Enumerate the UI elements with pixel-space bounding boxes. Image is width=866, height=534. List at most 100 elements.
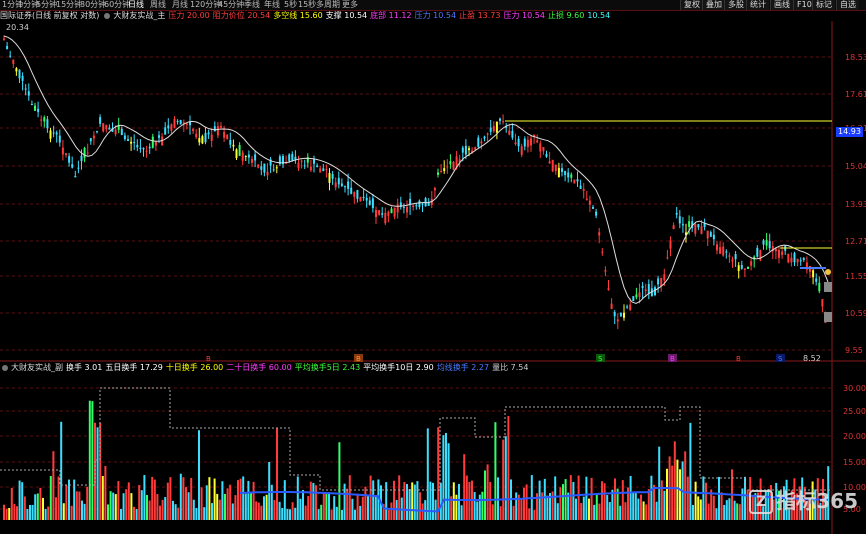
candle-body <box>266 171 269 176</box>
volume-bar <box>307 496 310 520</box>
candle-body <box>706 230 709 239</box>
candle-body <box>210 134 213 141</box>
volume-bar <box>62 503 65 520</box>
candle-body <box>623 312 625 318</box>
volume-bar <box>164 497 167 520</box>
candle-body <box>768 241 771 249</box>
candle-body <box>96 131 98 133</box>
candle-body <box>638 292 641 297</box>
volume-bar <box>689 422 692 520</box>
candle-body <box>557 167 560 178</box>
volume-bar <box>502 439 505 520</box>
candle-body <box>139 147 142 149</box>
candle-body <box>368 200 371 205</box>
candle-body <box>796 258 799 263</box>
candle-body <box>105 124 108 130</box>
volume-bar <box>192 499 195 520</box>
candle-body <box>592 207 594 209</box>
candle-body <box>43 117 46 122</box>
candle-body <box>30 104 33 106</box>
candle-body <box>291 153 294 161</box>
candle-body <box>793 253 796 263</box>
candle-body <box>55 132 58 135</box>
candle-body <box>207 132 210 135</box>
candle-body <box>523 138 526 147</box>
volume-bar <box>684 451 687 520</box>
volume-bar <box>364 486 367 520</box>
candle-body <box>672 225 675 229</box>
volume-bar <box>172 500 174 520</box>
candle-body <box>573 179 576 184</box>
volume-bar <box>286 508 289 520</box>
indicator-value: 十日换手 26.00 <box>165 363 224 372</box>
volume-bar <box>447 443 450 520</box>
indicator-value: 换手 3.01 <box>66 363 103 372</box>
candle-body <box>185 123 188 125</box>
candle-body <box>263 163 266 173</box>
candle-body <box>654 287 656 296</box>
volume-bar <box>686 476 689 520</box>
volume-bar <box>723 504 726 520</box>
volume-bar <box>239 478 242 520</box>
volume-bar <box>159 505 161 520</box>
candle-body <box>629 304 632 310</box>
candle-body <box>703 223 706 227</box>
candle-body <box>77 167 80 169</box>
volume-bar <box>515 492 518 520</box>
volume-bar <box>606 495 609 520</box>
candle-body <box>520 146 523 155</box>
candle-body <box>12 59 15 64</box>
volume-bar <box>359 505 362 520</box>
candle-body <box>272 169 275 171</box>
candle-body <box>309 166 312 171</box>
volume-bar <box>265 494 268 520</box>
candle-body <box>322 168 325 172</box>
volume-bar <box>445 432 447 520</box>
volume-bar <box>260 505 263 520</box>
kline-chart[interactable]: 18.5317.6116.2115.0413.9312.7111.5510.59… <box>0 0 866 534</box>
candle-body <box>530 138 532 146</box>
volume-bar <box>278 501 281 520</box>
candle-body <box>384 212 387 224</box>
volume-bar <box>226 488 229 520</box>
volume-bar <box>520 498 523 520</box>
volume-bar <box>645 504 648 520</box>
volume-bar <box>403 482 406 520</box>
candle-body <box>58 135 61 143</box>
volume-bar <box>320 504 323 520</box>
indicator-name[interactable]: 大财友实战_副 <box>11 363 63 372</box>
candle-body <box>328 172 331 183</box>
volume-bar <box>218 499 221 520</box>
candle-body <box>334 182 337 188</box>
volume-bar <box>133 506 135 520</box>
turnover-step-line <box>0 387 832 491</box>
volume-bar <box>70 505 73 520</box>
candle-body <box>220 126 222 128</box>
volume-bar <box>237 480 239 520</box>
volume-bar <box>611 489 614 520</box>
volume-bar <box>390 502 393 520</box>
volume-bar <box>335 506 338 520</box>
candle-body <box>40 119 43 121</box>
candle-body <box>582 188 585 191</box>
candle-body <box>564 171 567 176</box>
volume-bar <box>200 487 203 520</box>
volume-bar <box>647 489 650 520</box>
volume-bar <box>499 506 502 520</box>
candle-body <box>641 286 644 288</box>
volume-bar <box>208 477 211 520</box>
candle-body <box>802 257 805 260</box>
candle-body <box>387 211 390 216</box>
volume-bar <box>182 477 185 520</box>
candle-body <box>371 198 374 209</box>
candle-body <box>790 257 793 263</box>
volume-bar <box>257 502 260 520</box>
volume-bar <box>263 496 265 520</box>
volume-bar <box>348 475 351 520</box>
candle-body <box>52 132 55 134</box>
volume-bar <box>216 493 219 520</box>
indicator-toggle-icon[interactable] <box>2 364 8 371</box>
candle-body <box>725 251 728 253</box>
candle-body <box>238 144 241 156</box>
volume-bar <box>478 494 481 520</box>
